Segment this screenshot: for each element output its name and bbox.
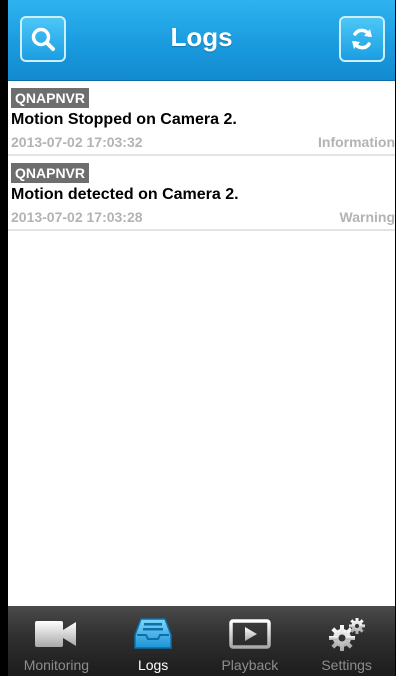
tab-playback[interactable]: Playback — [202, 606, 299, 676]
refresh-button[interactable] — [339, 16, 385, 62]
tab-label: Monitoring — [23, 657, 90, 673]
play-icon — [229, 619, 271, 649]
refresh-icon — [352, 28, 372, 50]
tab-settings[interactable]: Settings — [298, 606, 395, 676]
source-badge: QNAPNVR — [11, 88, 90, 108]
bottom-tab-bar: Monitoring Logs Playback Settings — [8, 606, 395, 676]
log-level: Information — [318, 134, 395, 150]
log-row[interactable]: QNAPNVR Motion Stopped on Camera 2. 2013… — [8, 81, 395, 156]
log-timestamp: 2013-07-02 17:03:28 — [11, 209, 143, 225]
tab-label: Logs — [137, 657, 169, 673]
tab-label: Settings — [321, 657, 372, 673]
log-message: Motion detected on Camera 2. — [11, 186, 239, 203]
log-level: Warning — [339, 209, 395, 225]
inbox-tray-icon — [134, 618, 172, 649]
tab-logs[interactable]: Logs — [105, 606, 202, 676]
log-timestamp: 2013-07-02 17:03:32 — [11, 134, 143, 150]
log-message: Motion Stopped on Camera 2. — [11, 111, 237, 128]
gears-icon — [328, 618, 365, 651]
tab-label: Playback — [221, 657, 279, 673]
header-bar: Logs — [8, 0, 395, 81]
video-camera-icon — [35, 621, 77, 647]
log-list: QNAPNVR Motion Stopped on Camera 2. 2013… — [8, 81, 395, 231]
log-row[interactable]: QNAPNVR Motion detected on Camera 2. 201… — [8, 156, 395, 231]
page-title: Logs — [170, 22, 233, 52]
source-badge: QNAPNVR — [11, 163, 90, 183]
tab-monitoring[interactable]: Monitoring — [8, 606, 105, 676]
